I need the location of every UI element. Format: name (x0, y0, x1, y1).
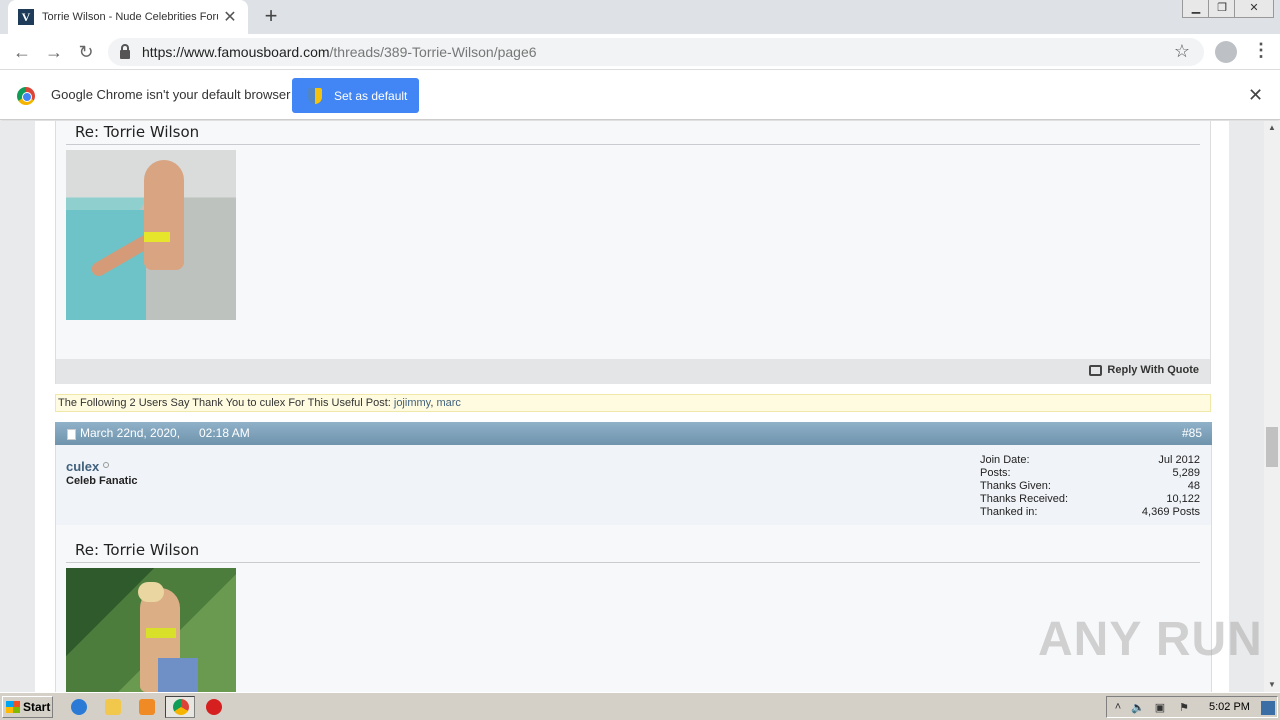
profile-avatar-icon[interactable] (1215, 41, 1237, 63)
chrome-menu-icon[interactable]: ⋮ (1252, 40, 1270, 61)
thanks-user-link[interactable]: jojimmy (394, 397, 430, 409)
thanks-user-link[interactable]: marc (436, 397, 460, 409)
stat-row: Thanked in: 4,369 Posts (980, 506, 1200, 518)
reply-with-quote-label: Reply With Quote (1107, 364, 1199, 376)
forward-arrow-icon[interactable]: → (42, 40, 66, 64)
post-user-info: culex Celeb Fanatic Join Date: Jul 2012 P… (55, 445, 1212, 525)
title-divider (66, 144, 1200, 145)
reload-icon[interactable]: ↻ (74, 40, 98, 64)
stop-icon[interactable] (206, 699, 222, 715)
stat-row: Posts: 5,289 (980, 467, 1200, 479)
chrome-icon (173, 699, 189, 715)
infobar-message: Google Chrome isn't your default browser (51, 87, 291, 102)
post-page-icon (67, 429, 76, 440)
browser-toolbar: ← → ↻ https://www.famousboard.com/thread… (0, 34, 1280, 70)
tray-expand-icon[interactable]: ˄ (1111, 701, 1125, 715)
window-close-icon[interactable]: ✕ (1234, 0, 1274, 18)
taskbar-clock[interactable]: 5:02 PM (1209, 701, 1250, 713)
thanks-text: The Following 2 Users Say Thank You to c… (58, 397, 391, 409)
stat-row: Join Date: Jul 2012 (980, 454, 1200, 466)
start-label: Start (23, 700, 51, 714)
windows-logo-icon (6, 701, 20, 713)
user-title: Celeb Fanatic (66, 475, 138, 487)
quote-icon (1089, 364, 1103, 376)
uac-shield-icon (308, 87, 322, 104)
show-desktop-icon[interactable] (1261, 701, 1275, 715)
page-viewport: Re: Torrie Wilson Reply With Quote The F… (0, 121, 1264, 692)
address-bar[interactable]: https://www.famousboard.com/threads/389-… (108, 38, 1204, 66)
system-tray: ˄ 🔈 ▣ ⚑ 5:02 PM (1106, 696, 1278, 718)
scroll-down-icon[interactable]: ▼ (1264, 678, 1280, 692)
new-tab-icon[interactable]: + (260, 5, 282, 27)
post-body: Re: Torrie Wilson (55, 121, 1211, 359)
url-text[interactable]: https://www.famousboard.com/threads/389-… (142, 44, 537, 60)
post-header: March 22nd, 2020, 02:18 AM #85 (55, 422, 1212, 445)
set-as-default-button[interactable]: Set as default (292, 78, 419, 113)
scrollbar-thumb[interactable] (1266, 427, 1278, 467)
post-title: Re: Torrie Wilson (75, 541, 200, 559)
title-divider (66, 562, 1200, 563)
tab-title: Torrie Wilson - Nude Celebrities Forum (42, 11, 218, 23)
forum-content: Re: Torrie Wilson Reply With Quote The F… (35, 121, 1229, 692)
user-stats: Join Date: Jul 2012 Posts: 5,289 Thanks Gi… (980, 454, 1200, 519)
minimize-icon[interactable]: ▁ (1182, 0, 1210, 18)
tab-strip: V Torrie Wilson - Nude Celebrities Forum… (0, 0, 1280, 34)
stat-row: Thanks Received: 10,122 (980, 493, 1200, 505)
username-link[interactable]: culex (66, 459, 99, 474)
tab-close-icon[interactable]: ✕ (222, 7, 238, 27)
start-button[interactable]: Start (2, 696, 53, 718)
action-center-flag-icon[interactable]: ⚑ (1177, 701, 1191, 715)
site-favicon-icon: V (18, 9, 34, 25)
post-image[interactable] (66, 150, 236, 320)
stat-row: Thanks Given: 48 (980, 480, 1200, 492)
lock-icon (120, 43, 130, 59)
set-as-default-label: Set as default (334, 88, 408, 103)
windows-taskbar: Start ˄ 🔈 ▣ ⚑ 5:02 PM (0, 692, 1280, 720)
post-image[interactable] (66, 568, 236, 692)
offline-status-icon (103, 462, 109, 468)
infobar-close-icon[interactable]: ✕ (1248, 85, 1263, 106)
chrome-logo-icon (17, 87, 35, 105)
thanks-box: The Following 2 Users Say Thank You to c… (55, 394, 1211, 412)
scroll-up-icon[interactable]: ▲ (1264, 121, 1280, 135)
volume-icon[interactable]: 🔈 (1131, 701, 1145, 715)
internet-explorer-icon[interactable] (71, 699, 87, 715)
post-title: Re: Torrie Wilson (75, 123, 200, 141)
anyrun-watermark: ANY RUN (1038, 613, 1263, 666)
back-arrow-icon[interactable]: ← (10, 40, 34, 64)
bookmark-star-icon[interactable]: ☆ (1174, 41, 1190, 62)
media-player-icon[interactable] (139, 699, 155, 715)
post-time: 02:18 AM (199, 426, 250, 440)
reply-with-quote-button[interactable]: Reply With Quote (1089, 364, 1199, 376)
post-number-link[interactable]: #85 (1182, 422, 1202, 445)
vertical-scrollbar[interactable]: ▲ ▼ (1264, 121, 1280, 692)
post-date: March 22nd, 2020, (80, 426, 181, 440)
restore-icon[interactable]: ❐ (1208, 0, 1236, 18)
folder-icon[interactable] (105, 699, 121, 715)
post-footer: Reply With Quote (55, 359, 1211, 384)
network-icon[interactable]: ▣ (1153, 701, 1167, 715)
browser-tab[interactable]: V Torrie Wilson - Nude Celebrities Forum… (8, 0, 248, 34)
